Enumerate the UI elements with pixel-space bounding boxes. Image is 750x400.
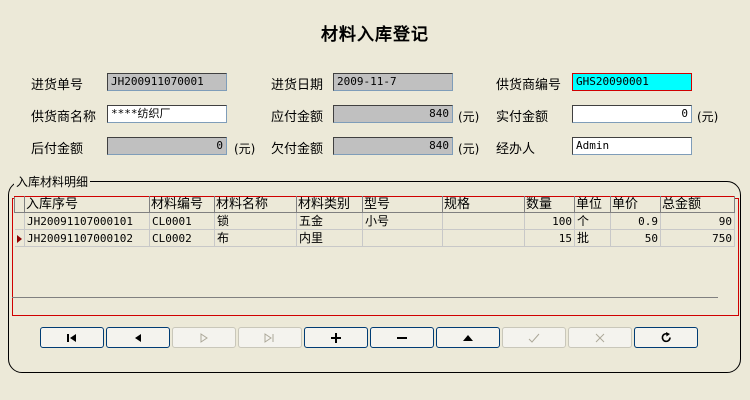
next-record-icon (200, 332, 208, 343)
cell-category[interactable]: 五金 (296, 212, 363, 230)
purchase-date-label: 进货日期 (271, 78, 324, 93)
col-header-unit-price[interactable]: 单价 (610, 196, 661, 213)
first-record-button[interactable] (40, 327, 104, 348)
cell-model[interactable] (362, 229, 443, 247)
purchase-date-field[interactable]: 2009-11-7 (333, 73, 453, 91)
cell-model[interactable]: 小号 (362, 212, 443, 230)
col-header-model[interactable]: 型号 (362, 196, 443, 213)
insert-record-button[interactable] (304, 327, 368, 348)
purchase-no-label: 进货单号 (31, 78, 84, 93)
last-record-button[interactable] (238, 327, 302, 348)
cell-unit-price[interactable]: 50 (610, 229, 661, 247)
col-header-category[interactable]: 材料类别 (296, 196, 363, 213)
grid-header-row: 入库序号 材料编号 材料名称 材料类别 型号 规格 数量 单位 单价 总金额 (14, 196, 735, 213)
cell-entry-no[interactable]: JH20091107000102 (24, 229, 150, 247)
col-header-unit[interactable]: 单位 (574, 196, 611, 213)
cell-entry-no[interactable]: JH20091107000101 (24, 212, 150, 230)
post-record-button[interactable] (502, 327, 566, 348)
col-header-spec[interactable]: 规格 (442, 196, 525, 213)
payable-unit: (元) (458, 110, 480, 124)
cell-unit[interactable]: 批 (574, 229, 611, 247)
next-record-button[interactable] (172, 327, 236, 348)
supplier-code-field[interactable]: GHS20090001 (572, 73, 692, 91)
payable-label: 应付金额 (271, 110, 324, 125)
cell-spec[interactable] (442, 212, 525, 230)
later-pay-unit: (元) (234, 142, 256, 156)
col-header-material-name[interactable]: 材料名称 (214, 196, 297, 213)
prior-record-icon (135, 333, 141, 342)
paid-field[interactable]: 0 (572, 105, 692, 123)
col-header-material-code[interactable]: 材料编号 (149, 196, 215, 213)
cell-material-name[interactable]: 布 (214, 229, 297, 247)
plus-icon (331, 332, 341, 343)
row-indicator (14, 229, 25, 247)
page-title: 材料入库登记 (321, 25, 429, 45)
details-group-title: 入库材料明细 (14, 173, 91, 190)
minus-icon (397, 336, 407, 339)
owed-unit: (元) (458, 142, 480, 156)
cell-total[interactable]: 90 (660, 212, 735, 230)
cell-material-code[interactable]: CL0001 (149, 212, 215, 230)
row-indicator (14, 212, 25, 230)
payable-field[interactable]: 840 (333, 105, 453, 123)
refresh-record-button[interactable] (634, 327, 698, 348)
handler-label: 经办人 (496, 142, 536, 157)
cell-spec[interactable] (442, 229, 525, 247)
later-pay-field[interactable]: 0 (107, 137, 227, 155)
delete-record-button[interactable] (370, 327, 434, 348)
triangle-up-icon (463, 334, 473, 341)
paid-unit: (元) (697, 110, 719, 124)
current-row-arrow-icon (16, 234, 22, 243)
col-header-quantity[interactable]: 数量 (524, 196, 575, 213)
table-row[interactable]: JH20091107000101 CL0001 锁 五金 小号 100 个 0.… (14, 212, 735, 230)
first-record-icon (67, 333, 76, 342)
cell-unit[interactable]: 个 (574, 212, 611, 230)
cell-quantity[interactable]: 100 (524, 212, 575, 230)
table-row[interactable]: JH20091107000102 CL0002 布 内里 15 批 50 750 (14, 229, 735, 247)
col-header-entry-no[interactable]: 入库序号 (24, 196, 150, 213)
cell-category[interactable]: 内里 (296, 229, 363, 247)
col-header-total[interactable]: 总金额 (660, 196, 735, 213)
cancel-record-button[interactable] (568, 327, 632, 348)
paid-label: 实付金额 (496, 110, 549, 125)
cell-material-name[interactable]: 锁 (214, 212, 297, 230)
owed-label: 欠付金额 (271, 142, 324, 157)
later-pay-label: 后付金额 (31, 142, 84, 157)
grid-scroll-divider (12, 297, 718, 298)
handler-field[interactable]: Admin (572, 137, 692, 155)
grid-indicator-header (14, 196, 25, 213)
cell-total[interactable]: 750 (660, 229, 735, 247)
owed-field[interactable]: 840 (333, 137, 453, 155)
supplier-code-label: 供货商编号 (496, 78, 562, 93)
check-icon (528, 333, 540, 343)
cell-unit-price[interactable]: 0.9 (610, 212, 661, 230)
refresh-icon (661, 332, 671, 343)
prior-record-button[interactable] (106, 327, 170, 348)
purchase-no-field[interactable]: JH200911070001 (107, 73, 227, 91)
details-grid[interactable]: 入库序号 材料编号 材料名称 材料类别 型号 规格 数量 单位 单价 总金额 J… (14, 196, 735, 247)
supplier-name-field[interactable]: ****纺织厂 (107, 105, 227, 123)
close-icon (595, 333, 605, 342)
cell-quantity[interactable]: 15 (524, 229, 575, 247)
cell-material-code[interactable]: CL0002 (149, 229, 215, 247)
edit-record-button[interactable] (436, 327, 500, 348)
last-record-icon (264, 332, 274, 343)
supplier-name-label: 供货商名称 (31, 110, 97, 125)
